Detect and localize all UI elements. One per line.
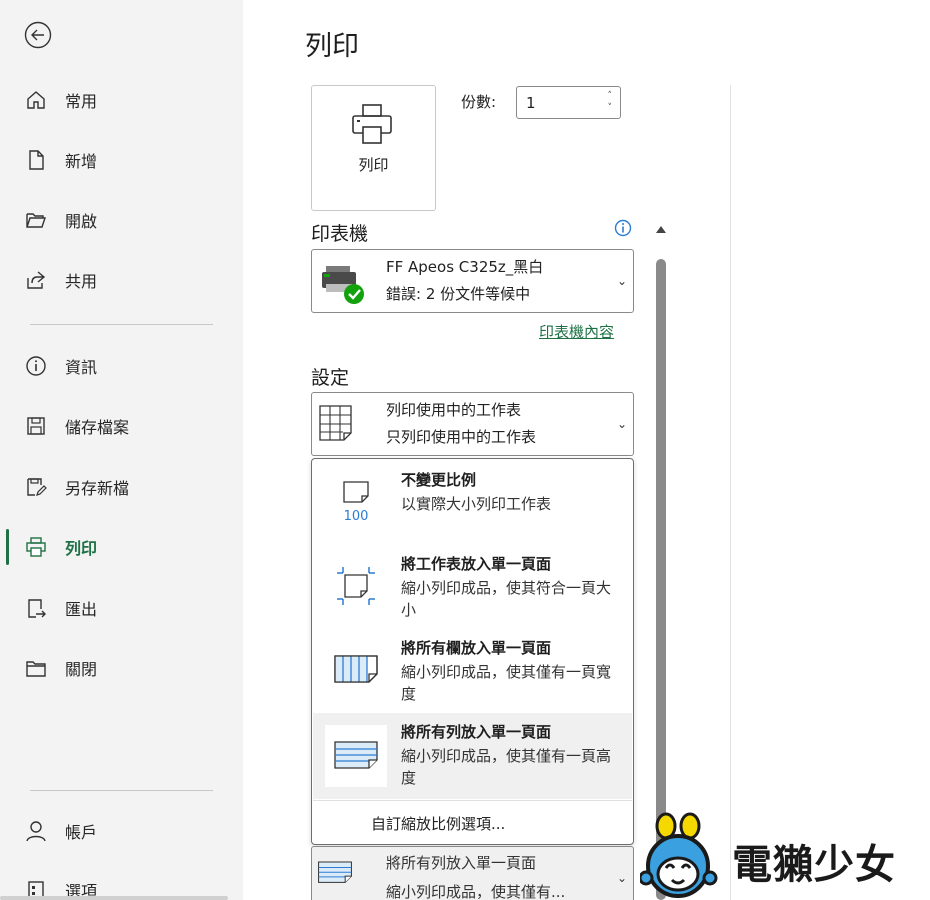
scrollbar-thumb[interactable] (656, 259, 666, 900)
save-icon (24, 414, 48, 438)
sidebar-item-label: 列印 (65, 539, 98, 558)
printer-icon (348, 103, 398, 151)
menu-option-no-scaling[interactable]: 100 不變更比例 以實際大小列印工作表 (313, 461, 632, 545)
scaling-dropdown-title: 將所有列放入單一頁面 (386, 854, 537, 872)
otter-mascot-logo (640, 812, 718, 898)
sidebar-item-account[interactable]: 帳戶 (0, 809, 243, 853)
option-description: 縮小列印成品，使其僅有一頁寬度 (401, 663, 612, 703)
export-icon (24, 596, 48, 620)
sidebar-item-share[interactable]: 共用 (0, 258, 243, 302)
circle-arrow-left-icon (24, 21, 52, 49)
sidebar-divider (30, 790, 213, 791)
printer-dropdown[interactable]: FF Apeos C325z_黑白 錯誤: 2 份文件等候中 ⌄ (311, 249, 634, 313)
settings-section-title: 設定 (311, 367, 350, 389)
scroll-up-arrow-icon[interactable] (654, 222, 668, 236)
info-icon (24, 354, 48, 378)
copies-value[interactable]: 1 (526, 94, 536, 112)
chevron-down-icon: ⌄ (616, 417, 627, 431)
home-icon (24, 88, 48, 112)
sidebar-item-label: 另存新檔 (65, 479, 130, 498)
print-what-title: 列印使用中的工作表 (386, 401, 522, 419)
menu-option-fit-columns[interactable]: 將所有欄放入單一頁面 縮小列印成品，使其僅有一頁寬度 (313, 629, 632, 713)
info-icon[interactable] (614, 219, 632, 237)
option-description: 縮小列印成品，使其僅有一頁高度 (401, 747, 612, 787)
chevron-down-icon: ⌄ (616, 871, 627, 885)
watermark: 電獺少女 (640, 812, 930, 900)
sidebar-item-label: 儲存檔案 (65, 418, 130, 437)
menu-option-fit-rows[interactable]: 將所有列放入單一頁面 縮小列印成品，使其僅有一頁高度 (313, 713, 632, 799)
option-title: 不變更比例 (401, 471, 477, 489)
copies-stepper[interactable]: 1 ˄ ˅ (516, 86, 621, 119)
sidebar-item-label: 開啟 (65, 212, 98, 231)
scaling-dropdown[interactable]: 將所有列放入單一頁面 縮小列印成品，使其僅有... ⌄ (311, 846, 634, 900)
spinner-arrows-icon[interactable]: ˄ ˅ (608, 90, 613, 114)
option-title: 將所有列放入單一頁面 (401, 723, 552, 741)
back-button[interactable] (22, 19, 54, 51)
account-icon (24, 819, 48, 843)
sidebar-item-label: 匯出 (65, 600, 98, 619)
sidebar-item-label: 新增 (65, 152, 98, 171)
fit-sheet-icon (325, 555, 387, 617)
printer-section-title: 印表機 (311, 223, 369, 245)
sidebar-item-home[interactable]: 常用 (0, 78, 243, 122)
share-icon (24, 268, 48, 292)
menu-option-fit-sheet[interactable]: 將工作表放入單一頁面 縮小列印成品，使其符合一頁大小 (313, 545, 632, 629)
sidebar-item-label: 關閉 (65, 660, 98, 679)
sidebar-item-label: 共用 (65, 272, 98, 291)
printer-status-icon (320, 262, 370, 310)
sidebar-item-new[interactable]: 新增 (0, 138, 243, 182)
close-folder-icon (24, 656, 48, 680)
save-as-icon (24, 475, 48, 499)
custom-scaling-label: 自訂縮放比例選項... (371, 815, 506, 833)
printer-icon (24, 535, 48, 559)
option-title: 將工作表放入單一頁面 (401, 555, 552, 573)
fit-rows-icon (317, 857, 353, 893)
sidebar-item-label: 帳戶 (65, 823, 98, 842)
sidebar-item-close[interactable]: 關閉 (0, 646, 243, 690)
printer-properties-link[interactable]: 印表機內容 (539, 321, 614, 342)
menu-separator (313, 800, 632, 801)
worksheet-grid-icon (319, 405, 353, 445)
print-what-subtitle: 只列印使用中的工作表 (386, 428, 537, 446)
svg-text:100: 100 (344, 509, 369, 524)
printer-name: FF Apeos C325z_黑白 (386, 258, 544, 276)
custom-scaling-options[interactable]: 自訂縮放比例選項... (313, 803, 632, 843)
scaling-dropdown-subtitle: 縮小列印成品，使其僅有... (386, 883, 566, 900)
copies-label: 份數: (461, 93, 497, 111)
option-title: 將所有欄放入單一頁面 (401, 639, 552, 657)
sidebar-item-save-as[interactable]: 另存新檔 (0, 465, 243, 509)
backstage-sidebar: 常用 新增 開啟 共用 資訊 儲存檔案 另存新檔 列印 匯出 關閉 帳戶 選項 (0, 0, 243, 900)
sidebar-item-label: 常用 (65, 92, 98, 111)
option-description: 以實際大小列印工作表 (401, 495, 552, 513)
print-what-dropdown[interactable]: 列印使用中的工作表 只列印使用中的工作表 ⌄ (311, 392, 634, 456)
print-button[interactable]: 列印 (311, 85, 436, 211)
preview-divider (730, 85, 731, 900)
sidebar-item-save[interactable]: 儲存檔案 (0, 404, 243, 448)
no-scaling-icon: 100 (325, 469, 387, 531)
watermark-text: 電獺少女 (732, 842, 896, 888)
horizontal-scrollbar[interactable] (0, 896, 228, 900)
sidebar-item-export[interactable]: 匯出 (0, 586, 243, 630)
option-description: 縮小列印成品，使其符合一頁大小 (401, 579, 612, 619)
sidebar-item-label: 資訊 (65, 358, 98, 377)
page-title: 列印 (305, 31, 359, 62)
chevron-down-icon: ⌄ (616, 274, 627, 288)
new-document-icon (24, 148, 48, 172)
printer-status: 錯誤: 2 份文件等候中 (386, 285, 531, 303)
fit-rows-icon (325, 725, 387, 787)
print-button-label: 列印 (358, 156, 389, 174)
scaling-menu: 100 不變更比例 以實際大小列印工作表 將工作表放入單一頁面 縮小列印成品，使… (311, 458, 634, 845)
sidebar-divider (30, 324, 213, 325)
sidebar-item-info[interactable]: 資訊 (0, 344, 243, 388)
sidebar-item-open[interactable]: 開啟 (0, 198, 243, 242)
open-folder-icon (24, 208, 48, 232)
fit-columns-icon (325, 639, 387, 701)
sidebar-item-print[interactable]: 列印 (0, 525, 243, 569)
